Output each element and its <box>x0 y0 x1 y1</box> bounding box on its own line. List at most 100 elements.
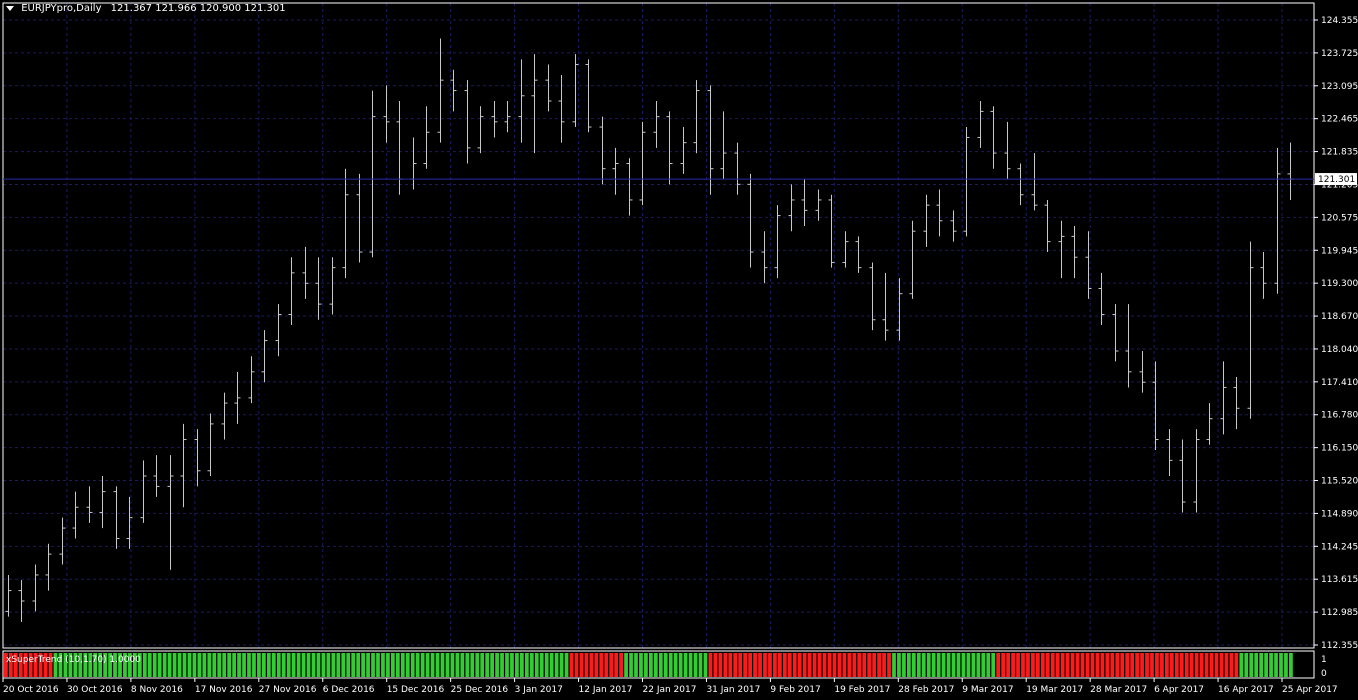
trend-bar <box>361 653 365 677</box>
trend-bar <box>529 653 534 677</box>
trend-bar <box>1100 653 1105 677</box>
symbol-label: EURJPYpro,Daily <box>21 3 102 14</box>
price-label: 121.835 <box>1321 148 1358 158</box>
trend-bar <box>604 653 609 677</box>
trend-bar <box>946 653 951 677</box>
trend-bar <box>941 653 946 677</box>
trend-bar <box>678 653 683 677</box>
trend-bar <box>524 653 529 677</box>
trend-bar <box>976 653 981 677</box>
trend-bar <box>872 653 877 677</box>
trend-bar <box>455 653 460 677</box>
trend-bar <box>797 653 802 677</box>
trend-bar <box>1184 653 1189 677</box>
trend-bar <box>748 653 752 677</box>
time-label: 27 Nov 2016 <box>259 685 317 695</box>
trend-bar <box>296 653 301 677</box>
trend-bar <box>475 653 480 677</box>
trend-bar <box>584 653 589 677</box>
trend-bar <box>1090 653 1095 677</box>
trend-bar <box>778 653 782 677</box>
price-chart[interactable]: 124.355123.725123.095122.465121.835121.2… <box>0 0 1358 700</box>
trend-bar <box>286 653 291 677</box>
trend-bar <box>1011 653 1015 677</box>
trend-bar <box>827 653 832 677</box>
trend-bar <box>897 653 901 677</box>
time-label: 16 Apr 2017 <box>1218 685 1274 695</box>
dropdown-arrow-icon[interactable] <box>6 5 14 11</box>
trend-bar <box>1140 653 1144 677</box>
trend-bar <box>773 653 777 677</box>
trend-bar <box>1254 653 1259 677</box>
trend-bar <box>192 653 197 677</box>
ohlc-readout: 121.367 121.966 120.900 121.301 <box>110 3 286 14</box>
price-label: 123.725 <box>1321 49 1358 59</box>
trend-bar <box>1289 653 1293 677</box>
time-label: 6 Apr 2017 <box>1154 685 1204 695</box>
trend-bar <box>391 653 395 677</box>
trend-bar <box>510 653 514 677</box>
time-label: 28 Mar 2017 <box>1090 685 1147 695</box>
trend-bar <box>336 653 341 677</box>
trend-bar <box>366 653 370 677</box>
trend-bar <box>673 653 678 677</box>
trend-bar <box>981 653 986 677</box>
price-label: 124.355 <box>1321 16 1358 26</box>
price-label: 116.150 <box>1321 444 1358 454</box>
trend-bar <box>574 653 579 677</box>
time-label: 25 Apr 2017 <box>1282 685 1338 695</box>
trend-bar <box>852 653 857 677</box>
trend-bar <box>713 653 718 677</box>
trend-bar <box>142 653 147 677</box>
trend-bar <box>589 653 594 677</box>
trend-bar <box>1244 653 1249 677</box>
trend-bar <box>624 653 628 677</box>
price-label: 116.780 <box>1321 411 1358 421</box>
trend-bar <box>658 653 663 677</box>
trend-bar <box>698 653 703 677</box>
price-label: 114.245 <box>1321 542 1358 552</box>
trend-bar <box>907 653 911 677</box>
trend-bar <box>1229 653 1234 677</box>
trend-bar <box>534 653 539 677</box>
trend-bar <box>956 653 961 677</box>
trend-bar <box>1264 653 1268 677</box>
trend-bar <box>207 653 212 677</box>
chart-window[interactable]: 124.355 123.725 123.095 122.465 121.835 121.2… <box>0 0 1358 700</box>
trend-bar <box>356 653 361 677</box>
trend-bar <box>1001 653 1006 677</box>
trend-bar <box>157 653 162 677</box>
price-label: 117.410 <box>1321 378 1358 388</box>
time-label: 8 Nov 2016 <box>131 685 183 695</box>
trend-bar <box>1150 653 1154 677</box>
trend-bar <box>787 653 792 677</box>
current-price-label: 121.301 <box>1318 175 1355 185</box>
trend-bar <box>718 653 723 677</box>
trend-bar <box>485 653 490 677</box>
time-label: 6 Dec 2016 <box>323 685 375 695</box>
price-label: 114.890 <box>1321 509 1358 519</box>
trend-bar <box>1249 653 1254 677</box>
trend-bar <box>1045 653 1050 677</box>
trend-bar <box>1110 653 1115 677</box>
trend-bar <box>381 653 385 677</box>
trend-bar <box>1115 653 1120 677</box>
trend-bar <box>554 653 559 677</box>
trend-bar <box>1070 653 1075 677</box>
trend-bar <box>1204 653 1209 677</box>
trend-bar <box>222 653 227 677</box>
price-label: 112.985 <box>1321 608 1358 618</box>
trend-bar <box>1219 653 1224 677</box>
trend-bar <box>753 653 757 677</box>
trend-bar <box>812 653 817 677</box>
time-label: 28 Feb 2017 <box>898 685 954 695</box>
trend-bar <box>147 653 152 677</box>
trend-bar <box>842 653 847 677</box>
trend-bar <box>916 653 921 677</box>
trend-bar <box>1125 653 1130 677</box>
trend-bar <box>1016 653 1020 677</box>
trend-bar <box>430 653 435 677</box>
trend-bar <box>599 653 604 677</box>
time-label: 9 Mar 2017 <box>962 685 1013 695</box>
trend-bar <box>996 653 1001 677</box>
